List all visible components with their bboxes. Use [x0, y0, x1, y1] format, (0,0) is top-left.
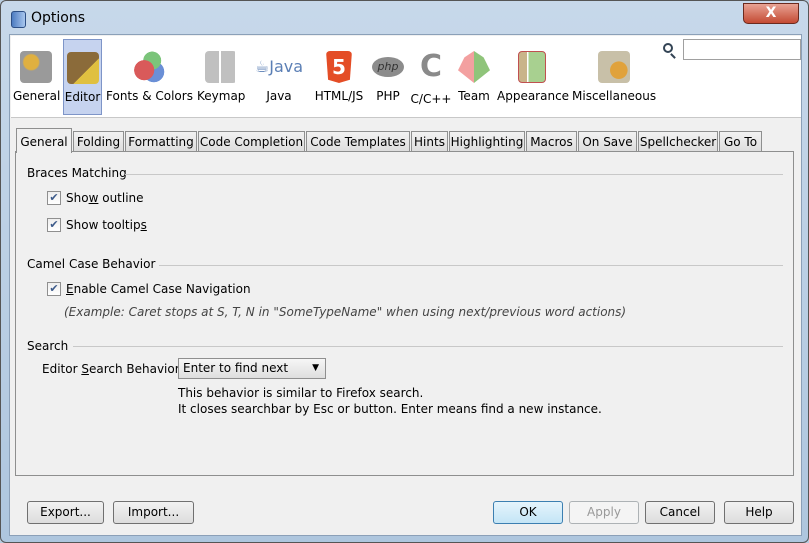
braces-heading: Braces Matching [27, 166, 127, 180]
enable-camel-case-label[interactable]: Enable Camel Case Navigation [66, 282, 251, 296]
options-window: Options X General Editor Fonts & Colors … [0, 0, 809, 543]
show-outline-label[interactable]: Show outline [66, 191, 144, 205]
layout-icon [518, 51, 546, 83]
category-fonts-colors[interactable]: Fonts & Colors [106, 39, 193, 115]
gear-wrench-icon [20, 51, 52, 83]
help-button[interactable]: Help [724, 501, 794, 524]
java-icon: ☕Java [254, 57, 304, 76]
category-general[interactable]: General [13, 39, 60, 115]
show-tooltips-checkbox[interactable]: ✔ [47, 218, 61, 232]
close-button[interactable]: X [743, 3, 799, 24]
category-editor[interactable]: Editor [63, 39, 102, 115]
camel-heading: Camel Case Behavior [27, 257, 156, 271]
show-tooltips-label[interactable]: Show tooltips [66, 218, 147, 232]
import-button[interactable]: Import... [113, 501, 194, 524]
search-input[interactable] [683, 39, 801, 60]
tab-formatting[interactable]: Formatting [125, 131, 197, 152]
category-cpp[interactable]: C C/C++ [409, 39, 453, 115]
category-java[interactable]: ☕Java Java [251, 39, 307, 115]
search-description-2: It closes searchbar by Esc or button. En… [178, 402, 602, 416]
tab-hints[interactable]: Hints [411, 131, 448, 152]
category-html-js[interactable]: 5 HTML/JS [312, 39, 366, 115]
window-title: Options [31, 10, 86, 26]
php-icon: php [372, 57, 404, 77]
category-php[interactable]: php PHP [371, 39, 405, 115]
search-behavior-dropdown[interactable]: Enter to find next ▼ [178, 358, 326, 379]
keyboard-icon [205, 51, 237, 83]
export-button[interactable]: Export... [27, 501, 104, 524]
category-keymap[interactable]: Keymap [197, 39, 245, 115]
cpp-icon: C [419, 49, 443, 84]
tab-macros[interactable]: Macros [526, 131, 577, 152]
html5-icon: 5 [326, 51, 352, 83]
divider [159, 265, 783, 266]
show-outline-checkbox[interactable]: ✔ [47, 191, 61, 205]
tab-code-completion[interactable]: Code Completion [198, 131, 305, 152]
pencil-book-icon [66, 52, 99, 84]
tab-spellchecker[interactable]: Spellchecker [638, 131, 718, 152]
enable-camel-case-checkbox[interactable]: ✔ [47, 282, 61, 296]
tab-go-to[interactable]: Go To [719, 131, 762, 152]
category-appearance[interactable]: Appearance [497, 39, 569, 115]
category-team[interactable]: Team [455, 39, 493, 115]
tab-code-templates[interactable]: Code Templates [306, 131, 410, 152]
cancel-button[interactable]: Cancel [645, 501, 715, 524]
tab-folding[interactable]: Folding [73, 131, 124, 152]
category-miscellaneous[interactable]: Miscellaneous [572, 39, 656, 115]
apply-button[interactable]: Apply [569, 501, 639, 524]
tab-highlighting[interactable]: Highlighting [449, 131, 525, 152]
dropdown-value: Enter to find next [183, 361, 289, 375]
chevron-down-icon: ▼ [312, 363, 319, 373]
cubes-icon [458, 51, 490, 83]
tab-general[interactable]: General [16, 128, 72, 153]
ok-button[interactable]: OK [493, 501, 563, 524]
divider [125, 174, 783, 175]
search-description-1: This behavior is similar to Firefox sear… [178, 386, 424, 400]
app-icon [11, 11, 26, 28]
search-heading: Search [27, 339, 69, 353]
editor-search-behavior-label: Editor Search Behavior [42, 362, 180, 376]
divider [73, 346, 783, 347]
font-color-icon [133, 51, 165, 83]
tab-on-save[interactable]: On Save [578, 131, 637, 152]
folder-gear-icon [598, 51, 630, 83]
camel-example-text: (Example: Caret stops at S, T, N in "Som… [64, 305, 627, 319]
search-icon [663, 43, 673, 53]
